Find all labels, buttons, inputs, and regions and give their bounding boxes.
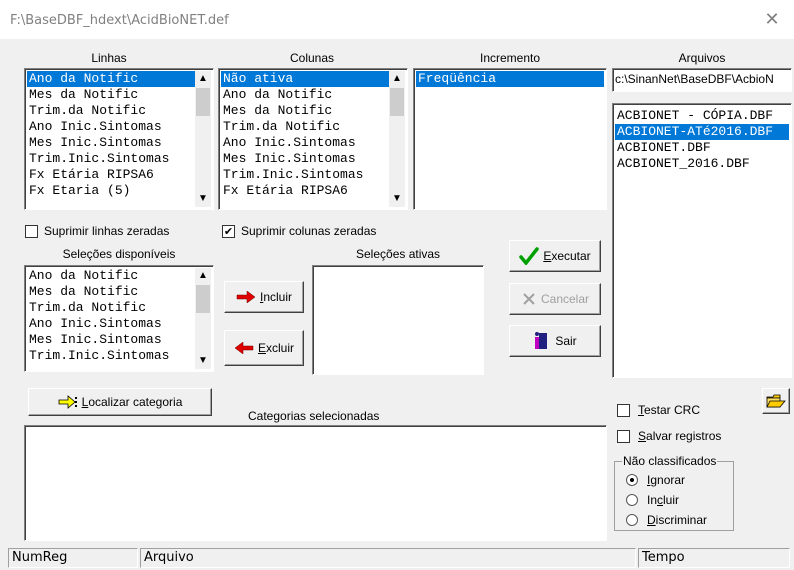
scroll-thumb[interactable] bbox=[196, 285, 210, 313]
cancelar-button[interactable]: Cancelar bbox=[509, 283, 601, 315]
list-item[interactable]: Trim.Inic.Sintomas bbox=[27, 151, 195, 167]
selecoes-ativas-label: Seleções ativas bbox=[356, 247, 441, 261]
categorias-selecionadas-box[interactable] bbox=[24, 425, 607, 541]
list-item[interactable]: Mes da Notific bbox=[27, 87, 195, 103]
arquivos-listbox[interactable]: ACBIONET - CÓPIA.DBF ACBIONET-ATé2016.DBF… bbox=[612, 103, 792, 378]
list-item[interactable]: Mes Inic.Sintomas bbox=[27, 332, 195, 348]
status-bar: NumReg Arquivo Tempo bbox=[0, 546, 794, 570]
testar-crc-checkbox[interactable] bbox=[617, 404, 630, 417]
list-item[interactable]: Ano da Notific bbox=[221, 87, 389, 103]
selecoes-disponiveis-label: Seleções disponíveis bbox=[62, 247, 176, 261]
list-item[interactable]: Freqüência bbox=[416, 71, 604, 87]
locate-pointer-icon bbox=[58, 395, 77, 409]
suprimir-linhas-label: Suprimir linhas zeradas bbox=[44, 224, 170, 238]
checkmark-icon bbox=[519, 247, 540, 265]
colunas-label: Colunas bbox=[289, 51, 335, 65]
categorias-selecionadas-label: Categorias selecionadas bbox=[248, 409, 380, 423]
close-icon[interactable]: ✕ bbox=[758, 6, 786, 34]
discriminar-label: Discriminar bbox=[647, 513, 708, 527]
localizar-label: Localizar categoria bbox=[81, 395, 183, 409]
list-item[interactable]: ACBIONET - CÓPIA.DBF bbox=[615, 108, 789, 124]
incluir-radio-label: Incluir bbox=[647, 493, 680, 507]
selecoes-ativas-listbox[interactable] bbox=[312, 265, 484, 375]
testar-crc-label: Testar CRC bbox=[638, 403, 701, 417]
list-item[interactable]: ACBIONET.DBF bbox=[615, 140, 789, 156]
status-arquivo: Arquivo bbox=[140, 548, 636, 568]
scroll-down-icon[interactable]: ▼ bbox=[389, 191, 405, 207]
salvar-registros-checkbox[interactable] bbox=[617, 430, 630, 443]
linhas-listbox[interactable]: Ano da Notific Mes da Notific Trim.da Noti… bbox=[24, 68, 214, 210]
arrow-left-icon bbox=[234, 342, 254, 354]
linhas-scrollbar[interactable]: ▲ ▼ bbox=[195, 71, 211, 207]
title-bar: F:\BaseDBF_hdext\AcidBioNET.def ✕ bbox=[0, 0, 794, 40]
incluir-radio[interactable] bbox=[626, 494, 638, 506]
list-item[interactable]: Mes da Notific bbox=[27, 284, 195, 300]
arrow-right-icon bbox=[236, 291, 256, 303]
window-title: F:\BaseDBF_hdext\AcidBioNET.def bbox=[10, 13, 229, 28]
door-exit-icon bbox=[535, 332, 548, 349]
incremento-listbox[interactable]: Freqüência bbox=[413, 68, 607, 210]
x-icon bbox=[523, 293, 535, 305]
scroll-down-icon[interactable]: ▼ bbox=[195, 353, 211, 369]
open-folder-icon bbox=[766, 394, 786, 408]
scroll-thumb[interactable] bbox=[196, 88, 210, 116]
excluir-label: Excluir bbox=[257, 341, 295, 355]
colunas-scrollbar[interactable]: ▲ ▼ bbox=[389, 71, 405, 207]
suprimir-colunas-checkbox[interactable]: ✔ bbox=[222, 225, 235, 238]
list-item[interactable]: Trim.da Notific bbox=[221, 119, 389, 135]
linhas-label: Linhas bbox=[91, 51, 127, 65]
list-item[interactable]: Ano Inic.Sintomas bbox=[27, 316, 195, 332]
list-item[interactable]: Trim.da Notific bbox=[27, 103, 195, 119]
colunas-listbox[interactable]: Não ativa Ano da Notific Mes da Notific Tri… bbox=[218, 68, 408, 210]
suprimir-linhas-checkbox[interactable] bbox=[25, 225, 38, 238]
list-item[interactable]: Mes da Notific bbox=[221, 103, 389, 119]
arquivos-path-field[interactable]: c:\SinanNet\BaseDBF\AcbioN bbox=[612, 68, 792, 92]
selecoes-disponiveis-listbox[interactable]: Ano da Notific Mes da Notific Trim.da Noti… bbox=[24, 265, 214, 372]
scroll-up-icon[interactable]: ▲ bbox=[195, 71, 211, 87]
excluir-button[interactable]: Excluir bbox=[224, 330, 304, 366]
list-item[interactable]: Ano da Notific bbox=[27, 71, 195, 87]
list-item[interactable]: Fx Etária RIPSA6 bbox=[221, 183, 389, 199]
list-item[interactable]: ACBIONET_2016.DBF bbox=[615, 156, 789, 172]
list-item[interactable]: Ano Inic.Sintomas bbox=[27, 119, 195, 135]
scroll-up-icon[interactable]: ▲ bbox=[195, 268, 211, 284]
scroll-up-icon[interactable]: ▲ bbox=[389, 71, 405, 87]
scroll-thumb[interactable] bbox=[390, 88, 404, 116]
cancelar-label: Cancelar bbox=[540, 292, 590, 306]
selecoes-scrollbar[interactable]: ▲ ▼ bbox=[195, 268, 211, 369]
list-item[interactable]: Fx Etaria (5) bbox=[27, 183, 195, 199]
list-item[interactable]: Mes Inic.Sintomas bbox=[27, 135, 195, 151]
arquivos-label: Arquivos bbox=[678, 51, 726, 65]
discriminar-radio[interactable] bbox=[626, 514, 638, 526]
list-item[interactable]: Ano Inic.Sintomas bbox=[221, 135, 389, 151]
salvar-registros-label: Salvar registros bbox=[638, 429, 722, 443]
list-item[interactable]: ACBIONET-ATé2016.DBF bbox=[615, 124, 789, 140]
incremento-label: Incremento bbox=[479, 51, 541, 65]
suprimir-colunas-label: Suprimir colunas zeradas bbox=[241, 224, 377, 238]
list-item[interactable]: Trim.da Notific bbox=[27, 300, 195, 316]
list-item[interactable]: Não ativa bbox=[221, 71, 389, 87]
localizar-categoria-button[interactable]: Localizar categoria bbox=[28, 388, 212, 416]
list-item[interactable]: Mes Inic.Sintomas bbox=[221, 151, 389, 167]
ignorar-radio[interactable] bbox=[626, 474, 638, 486]
list-item[interactable]: Fx Etária RIPSA6 bbox=[27, 167, 195, 183]
list-item[interactable]: Trim.Inic.Sintomas bbox=[221, 167, 389, 183]
executar-label: Executar bbox=[543, 249, 591, 263]
status-tempo: Tempo bbox=[638, 548, 790, 568]
scroll-down-icon[interactable]: ▼ bbox=[195, 191, 211, 207]
list-item[interactable]: Ano da Notific bbox=[27, 268, 195, 284]
executar-button[interactable]: Executar bbox=[509, 240, 601, 272]
sair-button[interactable]: Sair bbox=[509, 325, 601, 357]
ignorar-label: Ignorar bbox=[647, 473, 686, 487]
sair-label: Sair bbox=[555, 334, 577, 348]
incluir-button[interactable]: Incluir bbox=[224, 281, 304, 313]
incluir-label: Incluir bbox=[259, 290, 293, 304]
nao-classificados-label: Não classificados bbox=[622, 454, 718, 468]
list-item[interactable]: Trim.Inic.Sintomas bbox=[27, 348, 195, 364]
open-folder-button[interactable] bbox=[762, 388, 790, 414]
status-numreg: NumReg bbox=[8, 548, 138, 568]
